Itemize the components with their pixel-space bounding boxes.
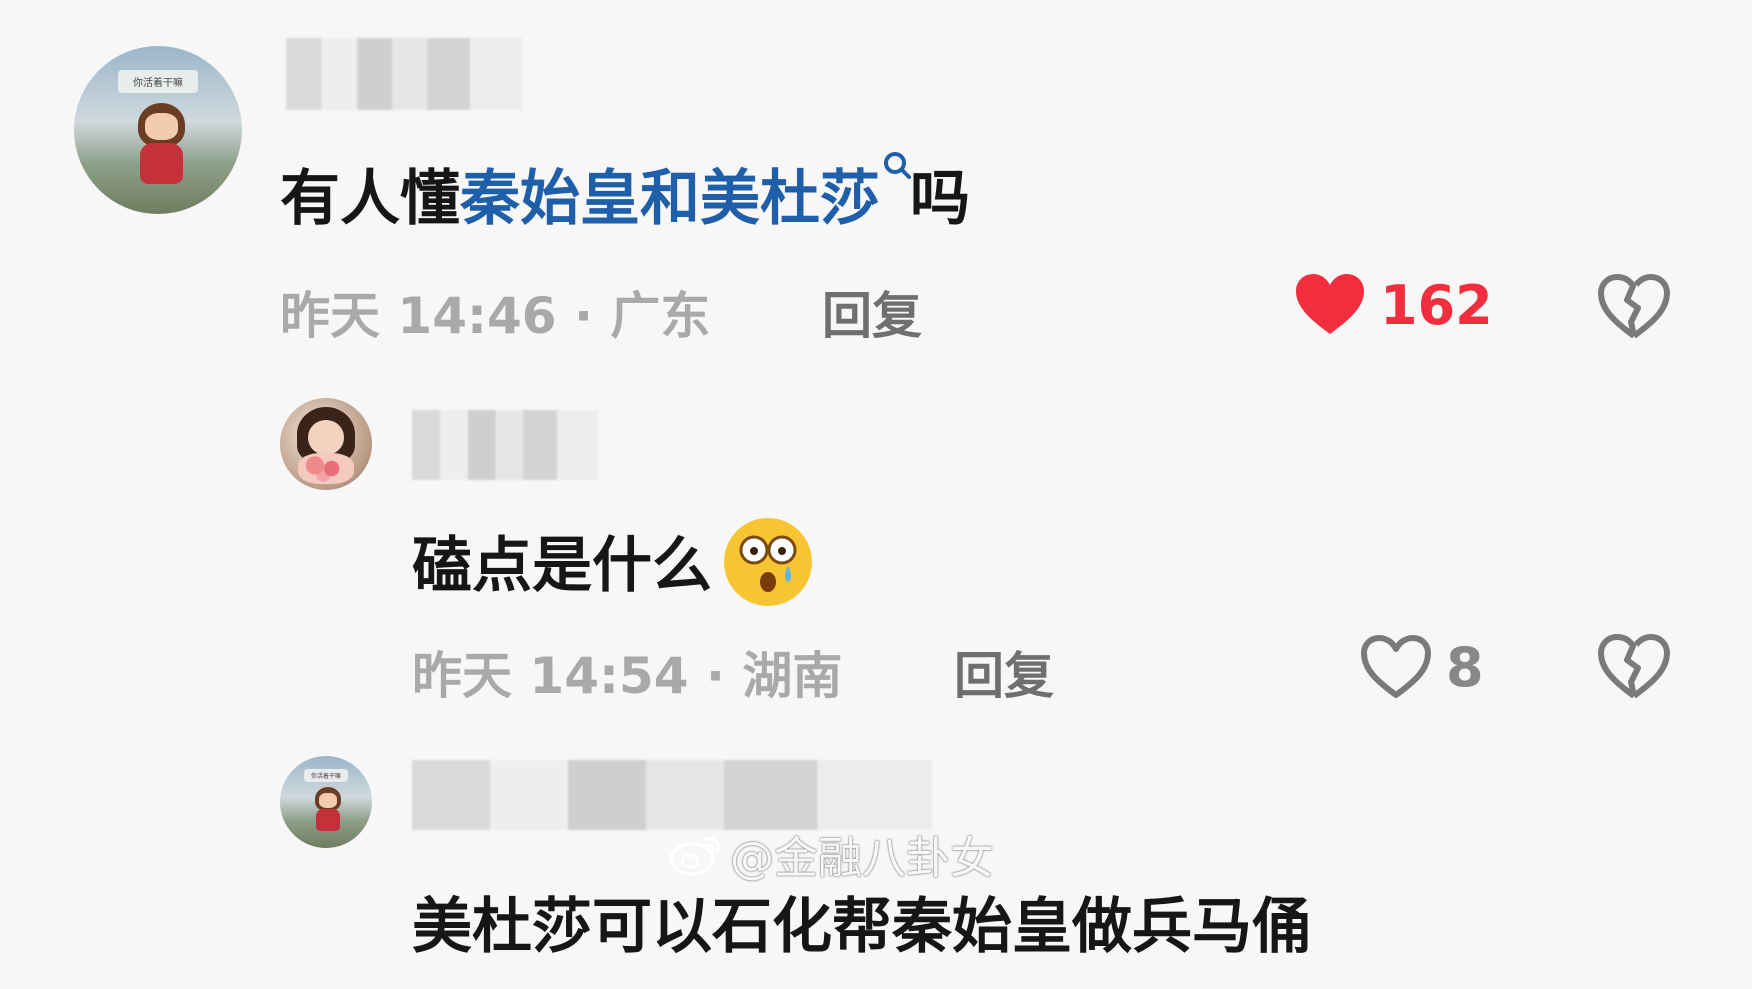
comment-meta: 昨天 14:46 · 广东 <box>280 287 711 345</box>
dislike-button[interactable] <box>1598 274 1670 344</box>
watermark-text: @金融八卦女 <box>730 833 994 884</box>
comment-text-prefix: 有人懂 <box>280 164 460 234</box>
avatar-sign-text: 你活着干嘛 <box>117 69 199 94</box>
comment-text: 美杜莎可以石化帮秦始皇做兵马俑 <box>412 892 1312 962</box>
avatar-figure-face <box>144 113 179 141</box>
username-blurred[interactable] <box>286 38 522 110</box>
comment-meta: 昨天 14:54 · 湖南 <box>412 647 843 705</box>
avatar-photo-face <box>307 420 345 456</box>
like-button[interactable]: 162 <box>1294 272 1493 338</box>
avatar-sign-text: 你活着干嘛 <box>303 768 349 782</box>
username-blurred[interactable] <box>412 760 932 830</box>
watermark: @金融八卦女 <box>668 822 994 886</box>
avatar[interactable]: 你活着干嘛 <box>280 756 372 848</box>
search-icon[interactable] <box>880 150 911 190</box>
comment-text-body: 磕点是什么 <box>412 531 712 602</box>
avatar-photo-flowers <box>298 453 354 485</box>
username-blurred[interactable] <box>412 410 598 480</box>
topic-link[interactable]: 秦始皇和美杜莎 <box>460 164 880 234</box>
like-count: 162 <box>1380 273 1493 337</box>
heart-filled-icon <box>1296 274 1364 334</box>
comment-text-suffix: 吗 <box>910 164 970 234</box>
reply-button[interactable]: 回复 <box>954 636 1054 708</box>
avatar[interactable]: 你活着干嘛 <box>74 46 242 214</box>
heart-outline-icon <box>1361 635 1431 698</box>
broken-heart-icon <box>1598 634 1670 699</box>
avatar-figure-body <box>315 809 340 832</box>
avatar[interactable] <box>280 398 372 490</box>
astonished-face-emoji <box>722 516 814 623</box>
dislike-button[interactable] <box>1598 634 1670 704</box>
broken-heart-icon <box>1598 274 1670 339</box>
avatar-figure-body <box>139 143 184 184</box>
reply-button[interactable]: 回复 <box>822 276 922 348</box>
comment-text: 有人懂秦始皇和美杜莎吗 <box>280 150 970 237</box>
like-count: 8 <box>1446 635 1484 699</box>
comment-text: 磕点是什么 <box>412 516 814 623</box>
avatar-figure-face <box>318 792 338 808</box>
like-button[interactable]: 8 <box>1360 634 1484 700</box>
weibo-logo-icon <box>669 837 720 876</box>
